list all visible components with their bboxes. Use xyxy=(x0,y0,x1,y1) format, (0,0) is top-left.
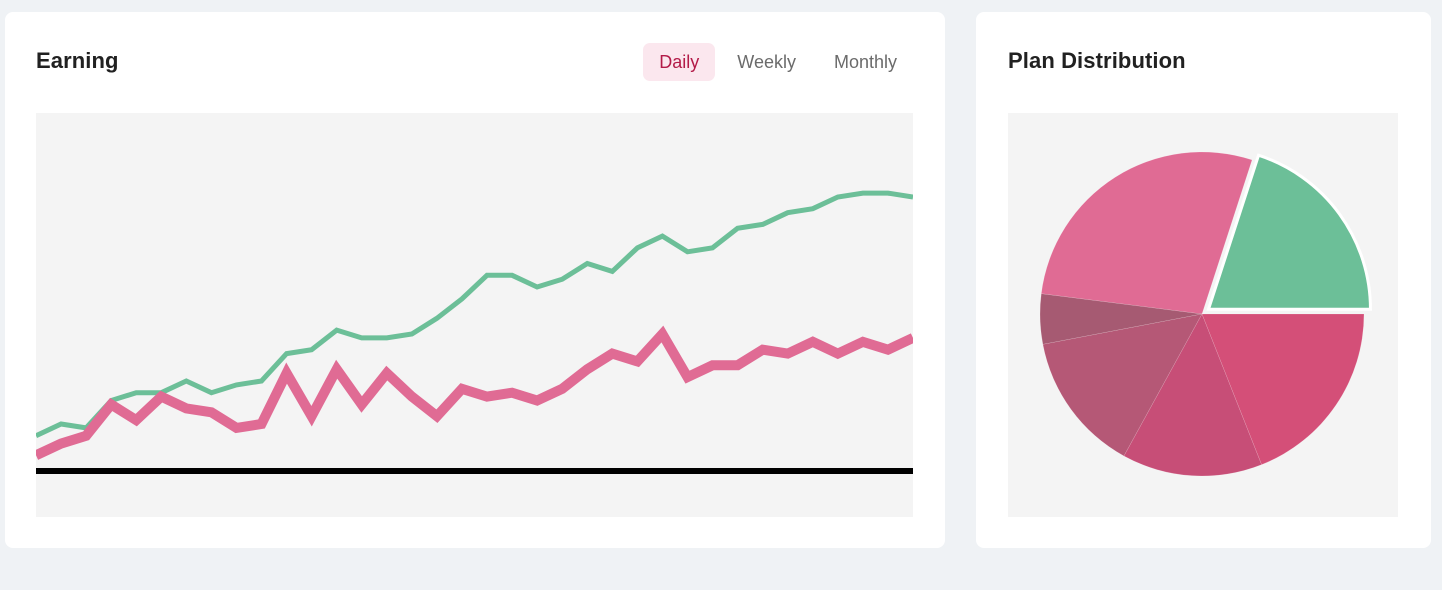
earning-title: Earning xyxy=(36,48,119,73)
plan-pie-chart xyxy=(1039,151,1372,477)
earning-card: Earning Daily Weekly Monthly xyxy=(5,12,945,548)
plan-distribution-chart xyxy=(1008,113,1398,517)
series-line-2 xyxy=(36,325,913,460)
tab-weekly[interactable]: Weekly xyxy=(721,43,812,81)
tab-daily[interactable]: Daily xyxy=(643,43,716,81)
earning-line-chart xyxy=(36,190,913,474)
plan-distribution-card: Plan Distribution xyxy=(976,12,1431,548)
period-tabs: Daily Weekly Monthly xyxy=(643,43,913,81)
plan-distribution-title: Plan Distribution xyxy=(1008,48,1186,73)
tab-monthly[interactable]: Monthly xyxy=(818,43,913,81)
earning-chart xyxy=(36,113,913,517)
